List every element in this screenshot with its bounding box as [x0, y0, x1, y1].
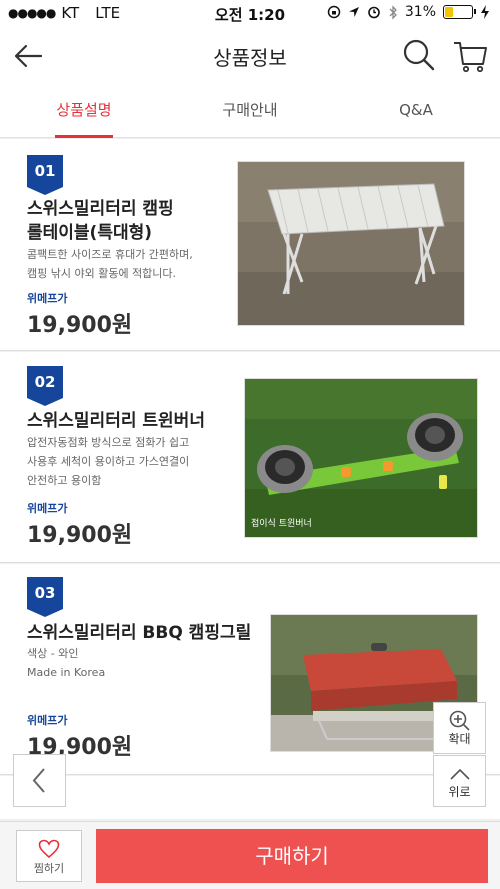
- product-card[interactable]: 02 스위스밀리터리 트윈버너 압전자동점화 방식으로 점화가 쉽고 사용후 세…: [0, 352, 500, 563]
- zoom-label: 확대: [448, 732, 471, 746]
- zoom-button[interactable]: 확대: [433, 702, 486, 754]
- product-price: 19,900원: [27, 523, 133, 548]
- product-number-badge: 01: [27, 155, 63, 195]
- product-name-line1: 스위스밀리터리 BBQ 캠핑그릴: [27, 623, 252, 643]
- prev-button[interactable]: [13, 754, 66, 807]
- cart-icon: [454, 42, 487, 73]
- heart-icon: [38, 839, 60, 859]
- rotation-lock-icon: [327, 5, 341, 19]
- charging-icon: [481, 5, 489, 19]
- status-right: 31%: [327, 4, 490, 20]
- tab-purchase-guide[interactable]: 구매안내: [206, 84, 294, 138]
- product-desc-line1: 콤팩트한 사이즈로 휴대가 간편하며,: [27, 248, 193, 261]
- buy-button[interactable]: 구매하기: [96, 829, 488, 883]
- product-number-badge: 03: [27, 577, 63, 617]
- chevron-up-icon: [449, 768, 470, 780]
- wishlist-label: 찜하기: [33, 862, 65, 875]
- cart-button[interactable]: [452, 38, 488, 74]
- product-image-roll-table[interactable]: [237, 161, 465, 326]
- location-icon: [348, 7, 359, 17]
- twin-burner-illustration: [245, 379, 477, 537]
- bottom-action-bar: 찜하기 구매하기: [0, 821, 500, 889]
- product-name-line2: 롤테이블(특대형): [27, 223, 153, 243]
- tab-qna[interactable]: Q&A: [378, 84, 454, 138]
- product-price: 19,900원: [27, 313, 133, 338]
- battery-percent: 31%: [404, 4, 436, 20]
- product-name-line1: 스위스밀리터리 캠핑: [27, 199, 174, 219]
- scroll-top-button[interactable]: 위로: [433, 755, 486, 807]
- active-tab-indicator: [55, 135, 113, 138]
- product-card-next: [0, 776, 500, 819]
- product-card[interactable]: 03 스위스밀리터리 BBQ 캠핑그릴 색상 - 와인 Made in Kore…: [0, 564, 500, 775]
- scroll-top-label: 위로: [448, 785, 471, 799]
- product-image-twin-burner[interactable]: 접이식 트윈버너: [244, 378, 478, 538]
- image-caption: 접이식 트윈버너: [251, 519, 312, 529]
- tab-description[interactable]: 상품설명: [40, 84, 128, 138]
- product-desc-line1: 색상 - 와인: [27, 647, 79, 660]
- product-desc-line2: 캠핑 낚시 야외 활동에 적합니다.: [27, 267, 177, 280]
- product-desc-line1: 압전자동점화 방식으로 점화가 쉽고: [27, 436, 190, 449]
- product-number-badge: 02: [27, 366, 63, 406]
- alarm-icon: [368, 6, 380, 19]
- search-button[interactable]: [402, 38, 436, 72]
- bluetooth-icon: [389, 4, 397, 20]
- product-desc-line2: 사용후 세척이 용이하고 가스연결이: [27, 455, 190, 468]
- product-card[interactable]: 01 스위스밀리터리 캠핑 롤테이블(특대형) 콤팩트한 사이즈로 휴대가 간편…: [0, 139, 500, 351]
- wishlist-button[interactable]: 찜하기: [16, 830, 82, 882]
- product-list: 01 스위스밀리터리 캠핑 롤테이블(특대형) 콤팩트한 사이즈로 휴대가 간편…: [0, 139, 500, 819]
- chevron-left-icon: [32, 768, 45, 793]
- roll-table-illustration: [238, 162, 464, 325]
- search-icon: [403, 39, 435, 71]
- price-label: 위메프가: [27, 502, 68, 515]
- price-label: 위메프가: [27, 292, 68, 305]
- product-desc-line2: Made in Korea: [27, 666, 106, 679]
- battery-icon: [443, 5, 476, 19]
- battery-level: [445, 7, 454, 17]
- product-name-line1: 스위스밀리터리 트윈버너: [27, 411, 205, 431]
- tab-bar: 상품설명 구매안내 Q&A: [0, 84, 500, 138]
- price-label: 위메프가: [27, 714, 68, 727]
- product-desc-line3: 안전하고 용이함: [27, 474, 102, 487]
- nav-header: 상품정보: [0, 28, 500, 84]
- status-bar: ●●●●● KT LTE 오전 1:20 31%: [0, 0, 500, 28]
